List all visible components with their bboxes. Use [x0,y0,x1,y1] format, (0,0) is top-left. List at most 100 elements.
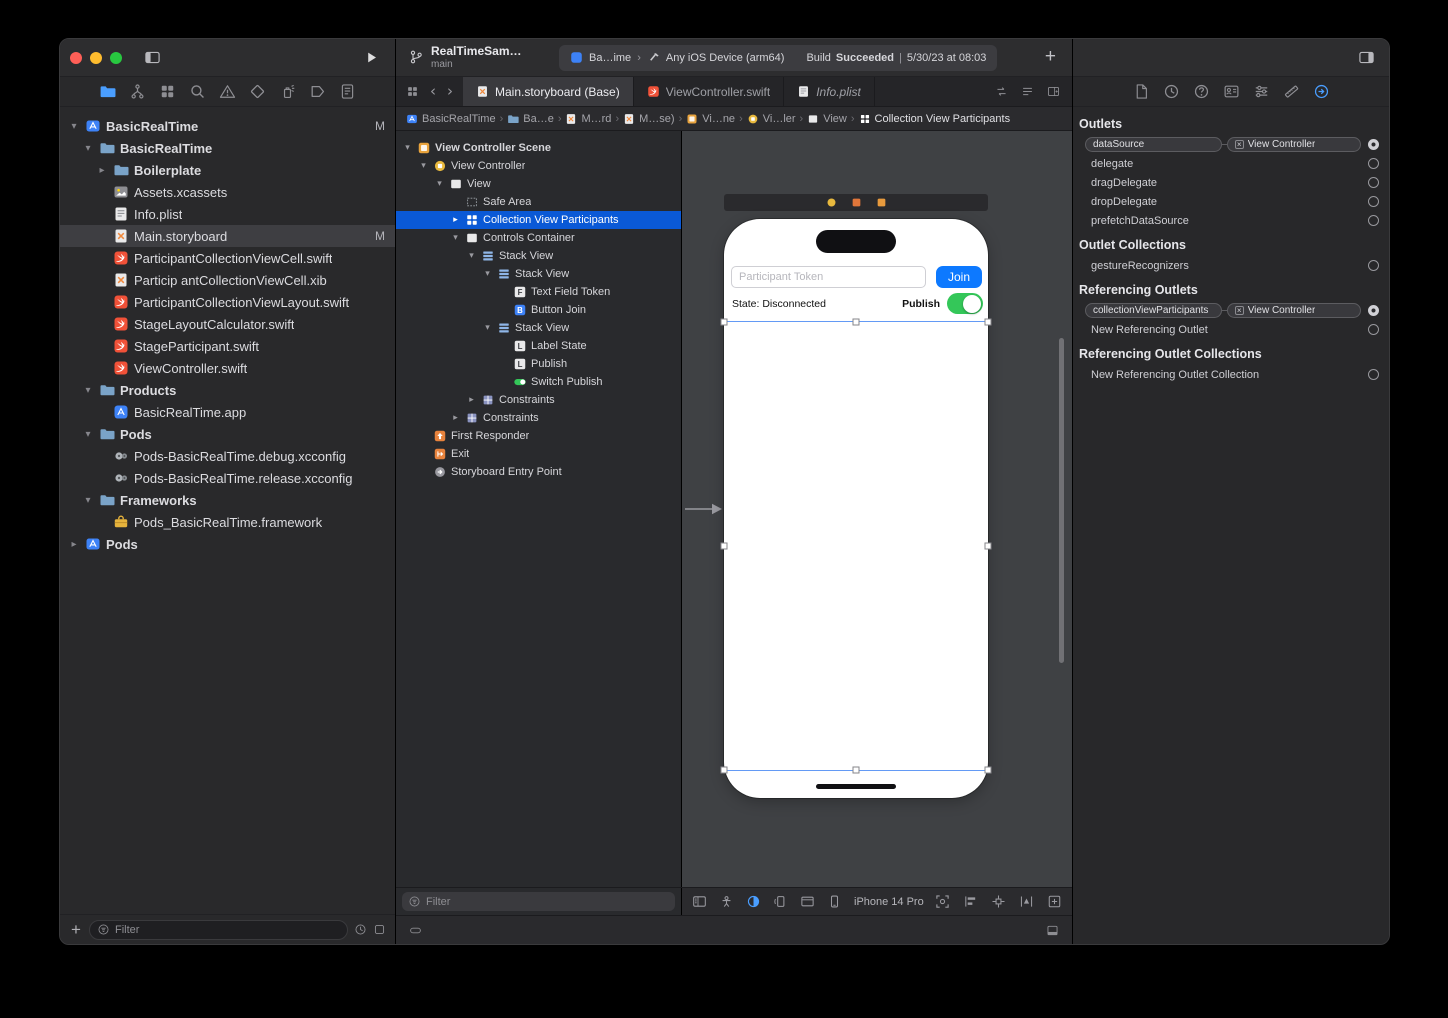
editor-tab[interactable]: Main.storyboard (Base) [463,77,634,106]
file-row[interactable]: ▾ BasicRealTime [60,137,395,159]
appearance-icon[interactable] [746,894,761,909]
outline-row[interactable]: ▾ Stack View [396,265,681,283]
collection-view-selection[interactable] [720,318,992,774]
add-editor-icon[interactable] [1047,85,1060,98]
file-row[interactable]: Assets.xcassets [60,181,395,203]
outline-row[interactable]: First Responder [396,427,681,445]
adjust-editor-options-icon[interactable] [1021,85,1034,98]
resolve-layout-icon[interactable] [1019,894,1034,909]
chevron-down-icon[interactable]: ▾ [418,161,429,171]
outline-row[interactable]: ▾ View [396,175,681,193]
attributes-inspector-tab[interactable] [1253,83,1270,100]
outline-row[interactable]: Switch Publish [396,373,681,391]
outline-row[interactable]: ▸ Constraints [396,409,681,427]
connection-well-empty[interactable] [1368,369,1379,380]
chevron-right-icon[interactable]: ▸ [96,165,108,176]
file-row[interactable]: ▸ Pods [60,533,395,555]
source-control-navigator-tab[interactable] [129,83,146,100]
participant-token-field[interactable] [731,266,926,288]
iphone-preview[interactable]: Join State: Disconnected Publish [720,219,992,798]
issue-navigator-tab[interactable] [219,83,236,100]
jumpbar-item[interactable]: BasicRealTime [406,113,496,125]
size-inspector-tab[interactable] [1283,83,1300,100]
chevron-down-icon[interactable]: ▾ [82,385,94,396]
selection-handle[interactable] [984,318,992,326]
file-row[interactable]: ▾ Products [60,379,395,401]
chevron-right-icon[interactable]: ▸ [450,215,461,225]
navigator-filter-field[interactable]: Filter [89,919,348,940]
connection-well-empty[interactable] [1368,215,1379,226]
chevron-down-icon[interactable]: ▾ [466,251,477,261]
outline-row[interactable]: ▾ View Controller [396,157,681,175]
chevron-down-icon[interactable]: ▾ [68,121,80,132]
jumpbar-item[interactable]: Vi…ler [747,113,796,125]
connection-target-capsule[interactable]: × View Controller [1226,137,1361,152]
zoom-to-fit-icon[interactable] [935,894,950,909]
outline-row[interactable]: ▸ Constraints [396,391,681,409]
outlet-name-capsule[interactable]: collectionViewParticipants [1085,303,1222,318]
related-items-icon[interactable] [406,85,419,98]
outline-row[interactable]: Exit [396,445,681,463]
outline-row[interactable]: ▾ View Controller Scene [396,139,681,157]
minimize-button[interactable] [90,51,102,64]
outline-row[interactable]: F Text Field Token [396,283,681,301]
file-row[interactable]: Pods-BasicRealTime.debug.xcconfig [60,445,395,467]
chevron-right-icon[interactable]: ▸ [450,413,461,423]
outline-row[interactable]: ▾ Controls Container [396,229,681,247]
history-inspector-tab[interactable] [1163,83,1180,100]
file-row[interactable]: ▾ Pods [60,423,395,445]
outline-row[interactable]: ▾ Stack View [396,247,681,265]
find-navigator-tab[interactable] [189,83,206,100]
connection-target-capsule[interactable]: × View Controller [1226,303,1361,318]
embed-icon[interactable] [1047,894,1062,909]
connection-well-empty[interactable] [1368,196,1379,207]
outline-row[interactable]: Safe Area [396,193,681,211]
file-row[interactable]: StageParticipant.swift [60,335,395,357]
file-row[interactable]: BasicRealTime.app [60,401,395,423]
test-navigator-tab[interactable] [249,83,266,100]
dock-firstresponder-icon[interactable] [851,197,862,208]
chevron-down-icon[interactable]: ▾ [482,323,493,333]
selection-handle[interactable] [720,766,728,774]
connections-inspector-tab[interactable] [1313,83,1330,100]
disconnect-icon[interactable]: × [1234,140,1244,149]
outline-row[interactable]: Storyboard Entry Point [396,463,681,481]
disconnect-icon[interactable]: × [1234,306,1244,315]
dock-viewcontroller-icon[interactable] [826,197,837,208]
close-button[interactable] [70,51,82,64]
connection-well-empty[interactable] [1368,260,1379,271]
file-row[interactable]: ▾ Frameworks [60,489,395,511]
scheme-block[interactable]: RealTimeSam… main [396,44,522,70]
file-row[interactable]: ▸ Boilerplate [60,159,395,181]
identity-inspector-tab[interactable] [1223,83,1240,100]
jumpbar-item[interactable]: View [807,113,847,125]
file-row[interactable]: ViewController.swift [60,357,395,379]
editor-tab[interactable]: ViewController.swift [634,77,785,106]
editor-only-mode-icon[interactable] [409,924,422,937]
publish-switch[interactable] [947,293,983,314]
file-row[interactable]: Pods_BasicRealTime.framework [60,511,395,533]
chevron-down-icon[interactable]: ▾ [434,179,445,189]
editor-tab[interactable]: Info.plist [784,77,875,106]
scope-filter-icon[interactable] [373,923,386,936]
connection-well-empty[interactable] [1368,177,1379,188]
file-row[interactable]: StageLayoutCalculator.swift [60,313,395,335]
canvas-scrollbar[interactable] [1059,338,1064,663]
jumpbar-item[interactable]: Ba…e [507,113,554,125]
chevron-right-icon[interactable]: ▸ [466,395,477,405]
back-icon[interactable]: ‹ [430,84,436,99]
outline-row[interactable]: B Button Join [396,301,681,319]
selection-handle[interactable] [720,318,728,326]
forward-icon[interactable]: › [447,84,453,99]
toggle-inspector-icon[interactable] [1358,49,1375,66]
outline-row[interactable]: ▸ Collection View Participants [396,211,681,229]
device-icon[interactable] [827,894,842,909]
outlet-name-capsule[interactable]: dataSource [1085,137,1222,152]
report-navigator-tab[interactable] [339,83,356,100]
dock-exit-icon[interactable] [876,197,887,208]
chevron-down-icon[interactable]: ▾ [482,269,493,279]
toggle-navigator-icon[interactable] [144,49,161,66]
recent-files-icon[interactable] [354,923,367,936]
file-row[interactable]: Pods-BasicRealTime.release.xcconfig [60,467,395,489]
outline-row[interactable]: L Label State [396,337,681,355]
